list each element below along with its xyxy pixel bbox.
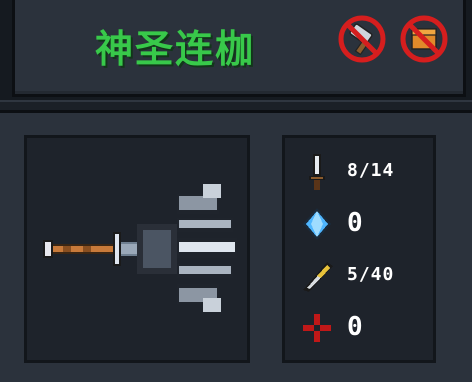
holy-flail-icon (43, 184, 237, 312)
weapon-info-panel: 8/14 0 5/40 0 (0, 110, 472, 382)
weapon-preview (24, 135, 250, 363)
no-chest-icon (400, 15, 448, 63)
energy-value: 0 (347, 208, 364, 238)
stat-energy: 0 (299, 204, 429, 244)
accuracy-value: 0 (347, 312, 364, 342)
attack-speed-value: 5/40 (347, 264, 395, 285)
sword-damage-icon (309, 154, 325, 190)
damage-value: 8/14 (347, 160, 395, 181)
weapon-stats: 8/14 0 5/40 0 (282, 135, 436, 363)
weapon-title-panel: 神圣连枷 (12, 0, 466, 97)
stat-damage: 8/14 (299, 152, 429, 192)
no-hammer-icon (338, 15, 386, 63)
feather-attack-speed-icon (303, 262, 333, 292)
stat-accuracy: 0 (299, 308, 429, 348)
stat-attack-speed: 5/40 (299, 256, 429, 296)
panel-divider (0, 100, 472, 110)
crosshair-accuracy-icon (303, 314, 331, 342)
weapon-name: 神圣连枷 (95, 27, 256, 71)
crystal-energy-icon (303, 208, 331, 240)
